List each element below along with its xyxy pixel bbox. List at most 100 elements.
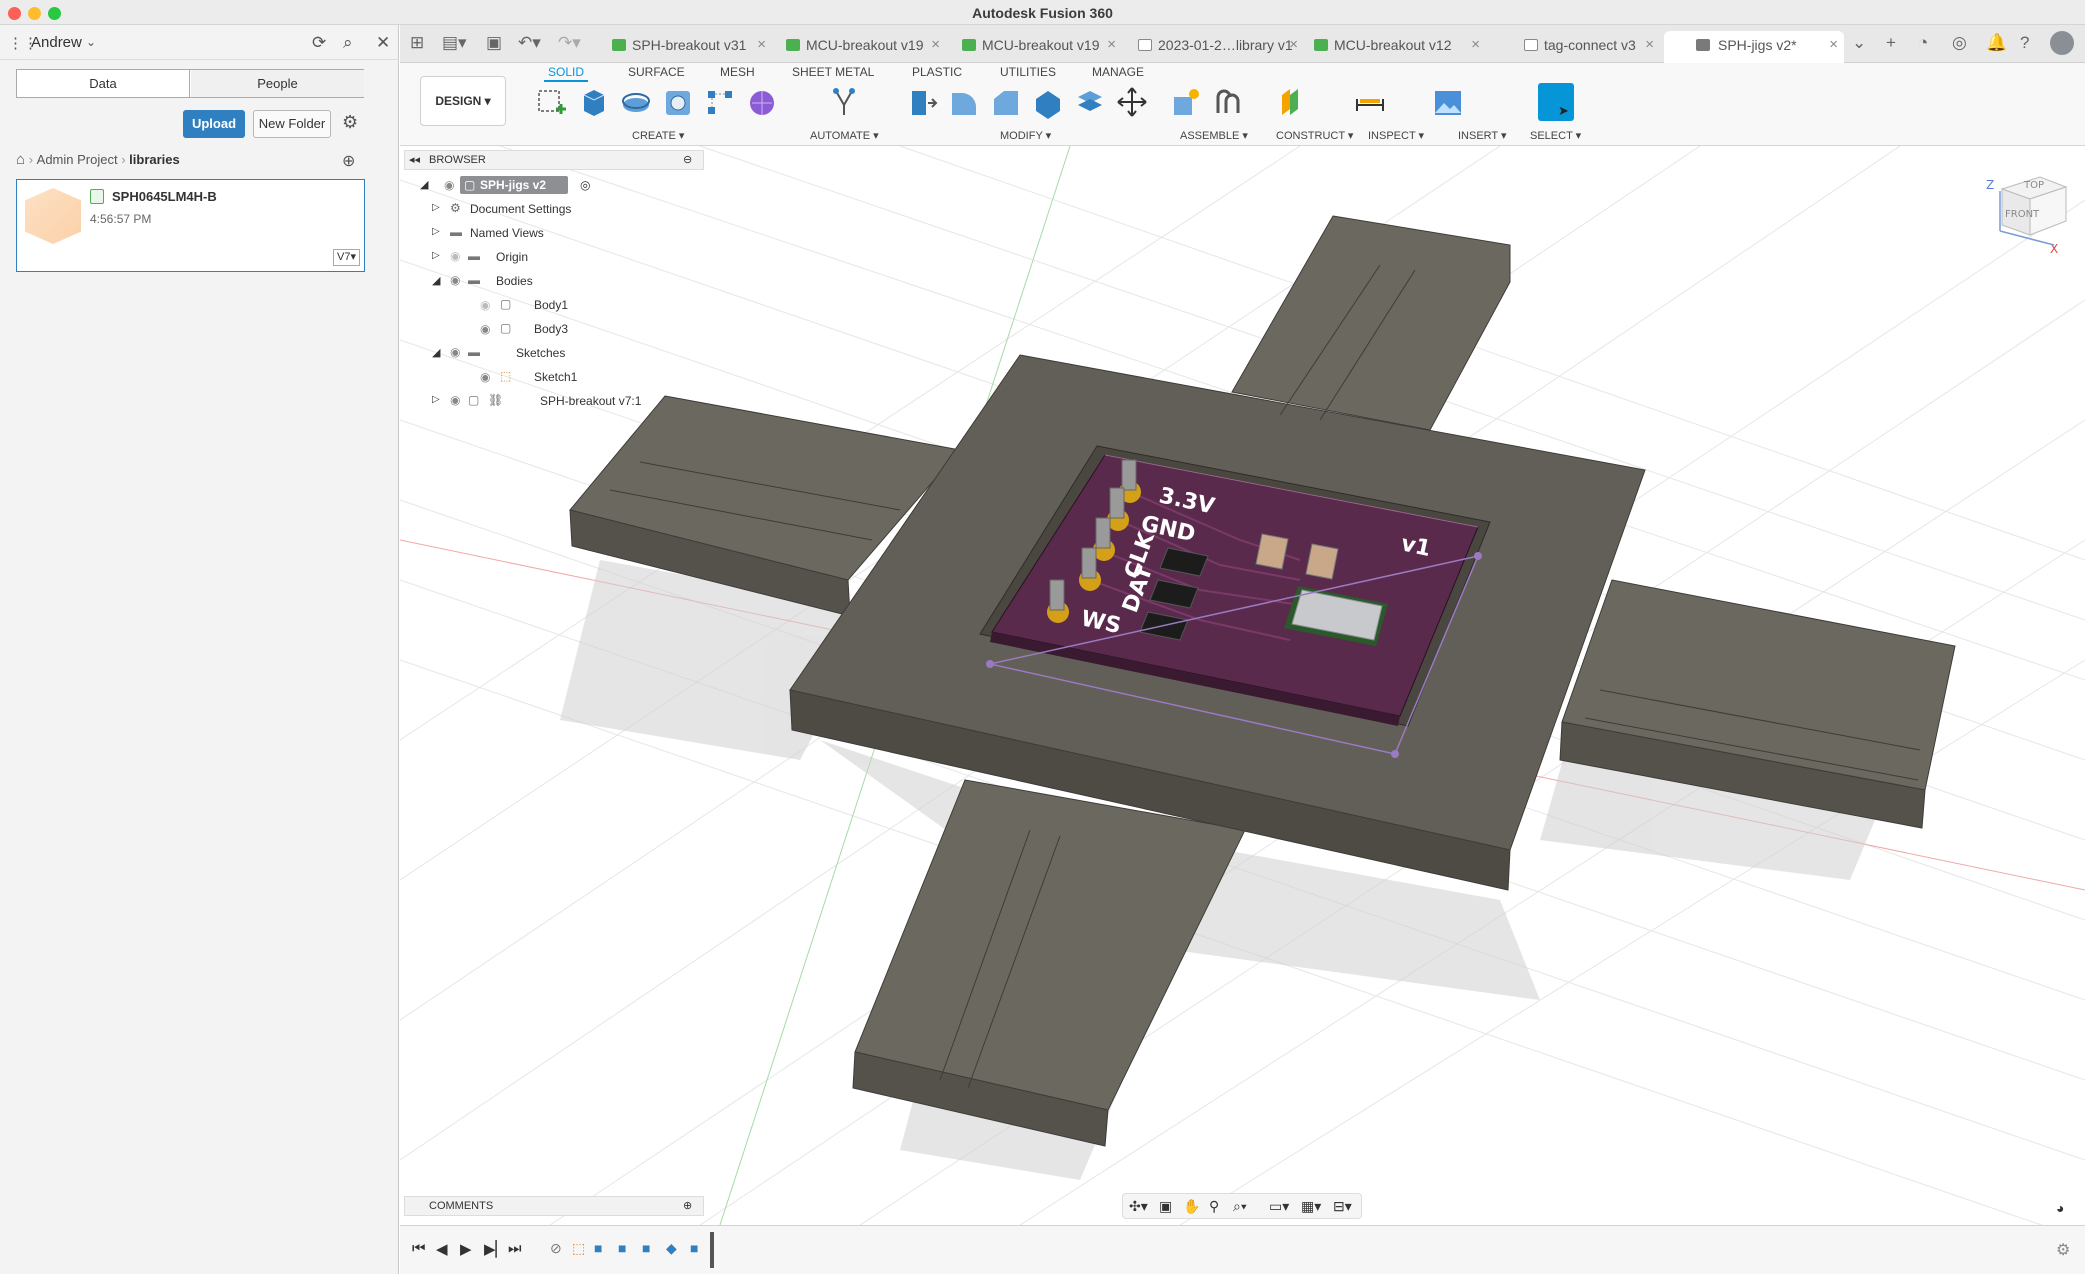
pattern-icon[interactable] [704,85,736,119]
eye-icon[interactable]: ◉ [450,273,460,287]
orbit-icon[interactable]: ✣▾ [1129,1198,1148,1215]
combine-icon[interactable] [1074,85,1106,119]
modify-menu[interactable]: MODIFY ▾ [1000,129,1051,142]
close-tab-icon[interactable]: × [1471,31,1480,59]
inspect-menu[interactable]: INSPECT ▾ [1368,129,1424,142]
tree-bodies[interactable]: Bodies [496,274,533,288]
step-forward-icon[interactable]: ▶▏ [484,1240,507,1258]
chevron-down-icon[interactable]: ⌄ [86,35,96,49]
expand-icon[interactable]: ▷ [432,226,440,237]
file-menu-icon[interactable]: ▤▾ [442,33,467,53]
tree-document-settings[interactable]: Document Settings [470,202,571,216]
pan-icon[interactable]: ✋ [1183,1198,1200,1215]
create-sketch-icon[interactable] [536,85,568,119]
chamfer-icon[interactable] [990,85,1022,119]
timeline-extrude-icon[interactable]: ■ [618,1240,626,1256]
extensions-icon[interactable]: ◔ [1918,33,1928,53]
redo-icon[interactable]: ↷▾ [558,33,581,53]
fillet-icon[interactable] [948,85,980,119]
browser-root[interactable]: SPH-jigs v2 [480,178,546,192]
timeline-extrude-icon[interactable]: ■ [642,1240,650,1256]
eye-hidden-icon[interactable]: ◉ [450,249,460,263]
close-tab-icon[interactable]: × [1645,31,1654,59]
globe-icon[interactable]: ⊕ [342,151,355,171]
save-icon[interactable]: ▣ [486,33,502,53]
close-tab-icon[interactable]: × [1289,31,1298,59]
expand-root-icon[interactable]: ◢ [420,178,428,191]
tree-sketch1[interactable]: Sketch1 [534,370,577,384]
eye-icon[interactable]: ◉ [450,393,460,407]
new-tab-icon[interactable]: + [1886,33,1896,53]
breadcrumb-admin-project[interactable]: Admin Project [37,152,118,167]
insert-image-icon[interactable] [1432,85,1464,119]
timeline-combine-icon[interactable]: ◆ [666,1240,677,1257]
home-icon[interactable]: ⌂ [16,151,25,168]
undo-icon[interactable]: ↶▾ [518,33,541,53]
tree-origin[interactable]: Origin [496,250,528,264]
upload-button[interactable]: Upload [183,110,245,138]
expand-icon[interactable]: ▷ [432,202,440,213]
workspace-switcher[interactable]: DESIGN ▾ [420,76,506,126]
close-panel-icon[interactable]: ✕ [376,33,390,53]
automate-icon[interactable] [828,85,860,119]
timeline-sketch-icon[interactable]: ⬚ [572,1240,585,1257]
eye-icon[interactable]: ◉ [450,345,460,359]
select-button[interactable]: ➤ [1538,83,1574,121]
step-back-icon[interactable]: ◀ [436,1240,448,1258]
go-to-start-icon[interactable]: ⏮ [412,1240,426,1257]
tab-mcu-breakout-v12[interactable]: MCU-breakout v12 × [1302,31,1486,59]
browser-options-icon[interactable]: ⊖ [683,153,692,166]
refresh-icon[interactable]: ⟳ [312,33,326,53]
tab-surface[interactable]: SURFACE [628,63,685,81]
construct-menu[interactable]: CONSTRUCT ▾ [1276,129,1353,142]
eye-icon[interactable]: ◉ [480,370,490,384]
timeline-extrude-icon[interactable]: ■ [594,1240,602,1256]
tree-body1[interactable]: Body1 [534,298,568,312]
press-pull-icon[interactable] [906,85,938,119]
comments-panel[interactable]: COMMENTS ⊕ [404,1196,704,1216]
search-icon[interactable]: ⌕ [343,33,353,53]
tree-sketches[interactable]: Sketches [516,346,565,360]
tab-tag-connect[interactable]: tag-connect v3 × [1500,31,1660,59]
eye-hidden-icon[interactable]: ◉ [480,298,490,312]
activate-radio-icon[interactable]: ◎ [580,178,590,192]
hole-icon[interactable] [662,85,694,119]
tab-mcu-breakout-v19-b[interactable]: MCU-breakout v19 × [950,31,1122,59]
joint-icon[interactable] [1212,85,1244,119]
tree-sph-breakout-link[interactable]: SPH-breakout v7:1 [540,394,641,408]
tab-library[interactable]: 2023-01-2…library v1 × [1126,31,1298,59]
new-component-icon[interactable] [1170,85,1202,119]
select-menu[interactable]: SELECT ▾ [1530,129,1581,142]
gear-icon[interactable]: ⚙ [342,112,358,133]
breadcrumb-libraries[interactable]: libraries [129,152,180,167]
tab-mesh[interactable]: MESH [720,63,755,81]
grid-icon[interactable]: ⊞ [410,33,424,53]
timeline-extrude-icon[interactable]: ■ [690,1240,698,1256]
collapse-panel-icon[interactable]: ◂◂ [409,153,420,166]
comments-options-icon[interactable]: ⊕ [683,1199,692,1212]
grid-settings-icon[interactable]: ▦▾ [1301,1198,1321,1215]
viewports-icon[interactable]: ⊟▾ [1333,1198,1352,1215]
eye-icon[interactable]: ◉ [444,178,454,192]
tab-sheet-metal[interactable]: SHEET METAL [792,63,874,81]
create-menu[interactable]: CREATE ▾ [632,129,684,142]
revolve-icon[interactable] [620,85,652,119]
tree-body3[interactable]: Body3 [534,322,568,336]
tab-manage[interactable]: MANAGE [1092,63,1144,81]
timeline-marker[interactable] [710,1232,714,1268]
tab-sph-breakout[interactable]: SPH-breakout v31 × [600,31,772,59]
look-at-icon[interactable]: ▣ [1159,1198,1172,1215]
play-icon[interactable]: ▶ [460,1240,472,1258]
tree-named-views[interactable]: Named Views [470,226,544,240]
tab-utilities[interactable]: UTILITIES [1000,63,1056,81]
automate-menu[interactable]: AUTOMATE ▾ [810,129,879,142]
zoom-icon[interactable]: ⚲ [1209,1198,1219,1215]
create-form-icon[interactable] [746,85,778,119]
feedback-icon[interactable]: ◕ [2056,1200,2064,1216]
measure-icon[interactable] [1354,85,1386,119]
expand-icon[interactable]: ▷ [432,250,440,261]
assemble-menu[interactable]: ASSEMBLE ▾ [1180,129,1248,142]
tab-solid[interactable]: SOLID [548,63,584,81]
timeline-settings-icon[interactable]: ⚙ [2056,1240,2070,1260]
eye-icon[interactable]: ◉ [480,322,490,336]
